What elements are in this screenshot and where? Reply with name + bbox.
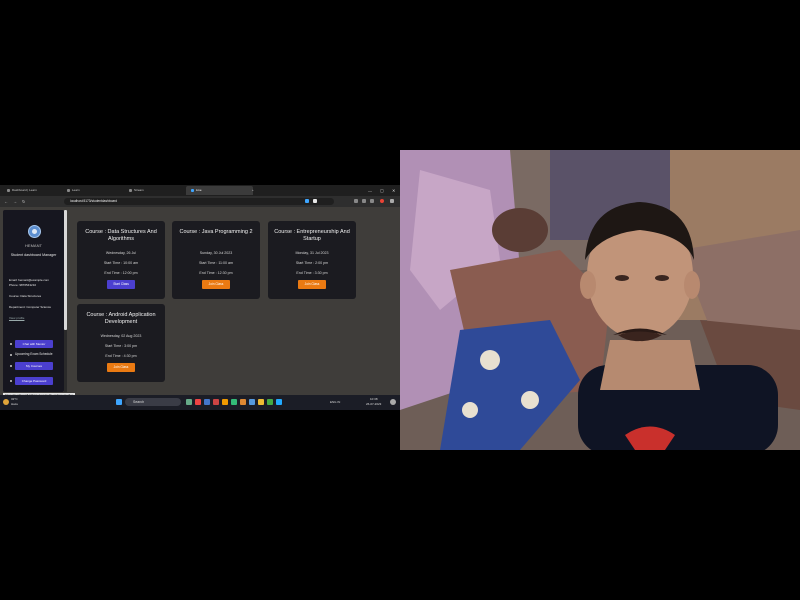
bullet-icon xyxy=(10,343,12,345)
chat-with-mentor-button[interactable]: Chat with Mentor xyxy=(15,340,53,348)
app-icon[interactable] xyxy=(240,399,246,405)
change-password-button[interactable]: Change Password xyxy=(15,377,53,385)
course-date: Wednesday, 02 Aug 2023 xyxy=(100,334,142,338)
language-indicator[interactable]: ENG IN xyxy=(330,400,340,404)
window-controls: — ▢ ✕ xyxy=(364,185,400,196)
app-icon[interactable] xyxy=(276,399,282,405)
info-line: Department: Computer Science xyxy=(9,305,52,309)
browser-tab[interactable]: Dashboard | Learn xyxy=(2,186,65,195)
sidebar: HEMANT Student dashboard Manager Email: … xyxy=(3,210,64,392)
weather-icon[interactable] xyxy=(3,399,9,405)
address-bar-row: ← → ↻ localhost:5173/studentdashboard xyxy=(0,196,400,207)
join-class-button[interactable]: Join Class xyxy=(202,280,230,289)
user-name: HEMANT xyxy=(25,243,42,248)
back-arrow-icon[interactable]: ← xyxy=(4,199,8,204)
clock-time[interactable]: 10:38 xyxy=(370,397,378,401)
url-input[interactable]: localhost:5173/studentdashboard xyxy=(64,198,334,205)
tab-favicon-icon xyxy=(129,188,132,192)
app-icon[interactable] xyxy=(204,399,210,405)
bullet-icon xyxy=(10,380,12,382)
profile-avatar[interactable] xyxy=(380,199,384,203)
new-tab-button[interactable]: + xyxy=(250,186,260,195)
course-start-time: Start Time : 11:00 am xyxy=(198,261,234,265)
course-end-time: End Time : 12:00 pm xyxy=(104,271,138,275)
extension-icon[interactable] xyxy=(362,199,366,203)
reload-icon[interactable]: ↻ xyxy=(22,199,25,204)
folder-icon[interactable] xyxy=(258,399,264,405)
taskbar-search-input[interactable]: Search xyxy=(125,398,181,406)
bullet-icon xyxy=(10,354,12,356)
course-date: Wednesday, 26 Jul xyxy=(105,251,137,255)
my-courses-button[interactable]: My Courses xyxy=(15,362,53,370)
course-title: Course : Entrepreneurship And Startup xyxy=(274,229,350,242)
dashboard-page: HEMANT Student dashboard Manager Email: … xyxy=(0,207,400,395)
course-date: Monday, 31 Jul 2023 xyxy=(295,251,329,255)
extension-icon[interactable] xyxy=(354,199,358,203)
app-icon[interactable] xyxy=(213,399,219,405)
view-profile-link[interactable]: View profile xyxy=(9,316,24,320)
maximize-button[interactable]: ▢ xyxy=(380,188,384,193)
course-card: Course : Data Structures And Algorithms … xyxy=(77,221,165,299)
course-card: Course : Java Programming 2 Sunday, 30 J… xyxy=(172,221,260,299)
screen-share: Dashboard | Learn Learn Stream Live + — … xyxy=(0,185,400,410)
windows-start-icon[interactable] xyxy=(116,399,122,405)
course-date: Sunday, 30 Jul 2023 xyxy=(199,251,233,255)
sidebar-scrollbar[interactable] xyxy=(64,210,67,392)
scrollbar-thumb[interactable] xyxy=(64,210,67,330)
join-class-button[interactable]: Join Class xyxy=(298,280,326,289)
join-class-button[interactable]: Join Class xyxy=(107,363,135,372)
tab-favicon-icon xyxy=(67,188,70,192)
weather-desc: Haze xyxy=(11,402,19,406)
course-start-time: Start Time : 3:00 pm xyxy=(104,344,138,348)
browser-tab-active[interactable]: Live xyxy=(186,186,253,195)
taskview-icon[interactable] xyxy=(186,399,192,405)
browser-tab-bar: Dashboard | Learn Learn Stream Live + — … xyxy=(0,185,400,196)
notification-icon[interactable] xyxy=(390,399,396,405)
webcam-image xyxy=(400,150,800,450)
course-start-time: Start Time : 10:00 am xyxy=(103,261,139,265)
app-icon[interactable] xyxy=(195,399,201,405)
windows-taskbar: 32°C Haze Search ENG IN 10:38 26-07-2023 xyxy=(0,395,400,410)
extension-icon[interactable] xyxy=(370,199,374,203)
extension-icon[interactable] xyxy=(313,199,317,203)
close-button[interactable]: ✕ xyxy=(392,188,395,193)
info-line: Phone: 9876543210 xyxy=(9,283,37,287)
exam-schedule-link[interactable]: Upcoming Exam Schedule xyxy=(15,352,53,356)
bullet-icon xyxy=(10,365,12,367)
course-end-time: End Time : 4:30 pm xyxy=(105,354,137,358)
forward-arrow-icon[interactable]: → xyxy=(13,199,17,204)
start-class-button[interactable]: Start Class xyxy=(107,280,135,289)
profile-logo-icon xyxy=(28,225,41,238)
course-start-time: Start Time : 2:00 pm xyxy=(295,261,329,265)
tab-favicon-icon xyxy=(7,188,10,192)
app-icon[interactable] xyxy=(222,399,228,405)
user-role: Student dashboard Manager xyxy=(10,253,57,257)
browser-tab[interactable]: Stream xyxy=(124,186,189,195)
menu-icon[interactable] xyxy=(390,199,394,203)
course-card: Course : Entrepreneurship And Startup Mo… xyxy=(268,221,356,299)
clock-date[interactable]: 26-07-2023 xyxy=(366,402,381,406)
course-title: Course : Data Structures And Algorithms xyxy=(85,229,157,242)
course-card: Course : Android Application Development… xyxy=(77,304,165,382)
browser-tab[interactable]: Learn xyxy=(62,186,127,195)
course-title: Course : Android Application Development xyxy=(86,312,156,325)
app-icon[interactable] xyxy=(267,399,273,405)
course-end-time: End Time : 3:30 pm xyxy=(296,271,328,275)
app-icon[interactable] xyxy=(231,399,237,405)
course-title: Course : Java Programming 2 xyxy=(179,229,253,235)
webcam-feed xyxy=(400,150,800,450)
info-line: Course: Data Structures xyxy=(9,294,42,298)
course-end-time: End Time : 12:30 pm xyxy=(199,271,233,275)
app-icon[interactable] xyxy=(249,399,255,405)
minimize-button[interactable]: — xyxy=(368,188,372,193)
info-line: Email: hemant@example.com xyxy=(9,278,50,282)
weather-temp: 32°C xyxy=(11,397,18,401)
extension-icon[interactable] xyxy=(305,199,309,203)
tab-favicon-icon xyxy=(191,188,194,192)
